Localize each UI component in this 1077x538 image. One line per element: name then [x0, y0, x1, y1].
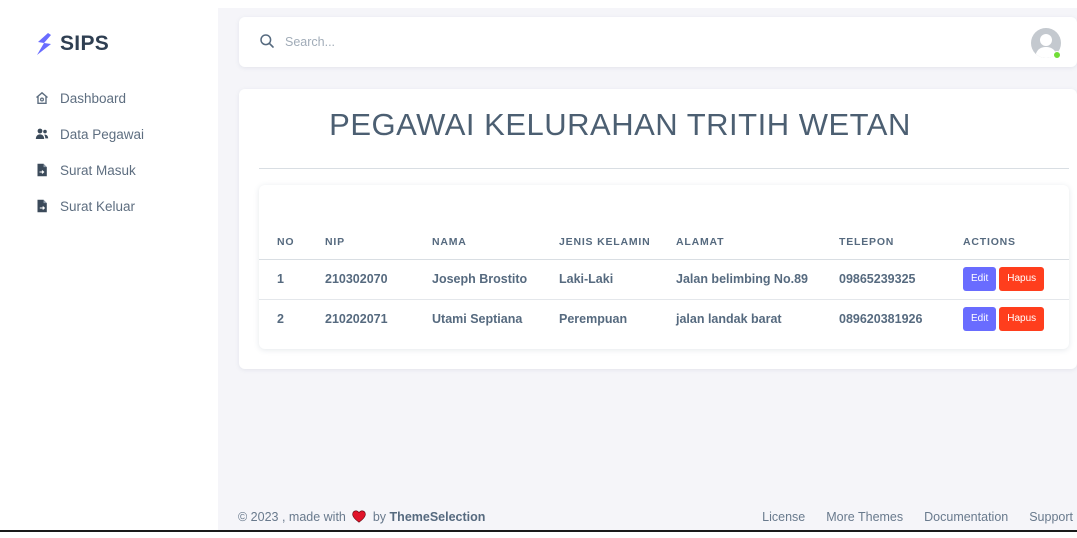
- sidebar-menu: Dashboard Data Pegawai Surat Masuk Surat…: [0, 80, 218, 224]
- sidebar-item-label: Data Pegawai: [60, 126, 145, 142]
- brand-logo-icon: [37, 33, 51, 55]
- bottom-edge: [0, 532, 1077, 538]
- table-row: 2 210202071 Utami Septiana Perempuan jal…: [259, 299, 1069, 339]
- footer-link-documentation[interactable]: Documentation: [924, 510, 1008, 524]
- sidebar-item-surat-masuk[interactable]: Surat Masuk: [0, 152, 218, 188]
- column-header-jenis-kelamin: JENIS KELAMIN: [559, 225, 676, 260]
- column-header-nip: NIP: [325, 225, 432, 260]
- footer-brand-link[interactable]: ThemeSelection: [390, 510, 486, 524]
- page-title: PEGAWAI KELURAHAN TRITIH WETAN: [329, 107, 911, 142]
- brand-name: SIPS: [60, 32, 110, 55]
- column-header-alamat: ALAMAT: [676, 225, 839, 260]
- footer-links: License More Themes Documentation Suppor…: [741, 510, 1073, 524]
- delete-button[interactable]: Hapus: [999, 267, 1045, 291]
- table-header-row: NO NIP NAMA JENIS KELAMIN ALAMAT TELEPON…: [259, 225, 1069, 260]
- cell-no: 1: [259, 259, 325, 300]
- by-text: by: [372, 510, 387, 524]
- column-header-telepon: TELEPON: [839, 225, 963, 260]
- cell-actions: Edit Hapus: [963, 299, 1069, 339]
- footer-link-support[interactable]: Support: [1029, 510, 1073, 524]
- heart-icon: [352, 510, 367, 523]
- online-status-dot: [1053, 51, 1061, 59]
- edit-button[interactable]: Edit: [963, 267, 997, 291]
- cell-telepon: 09865239325: [839, 259, 963, 300]
- column-header-nama: NAMA: [432, 225, 559, 260]
- cell-telepon: 089620381926: [839, 312, 923, 327]
- column-header-actions: ACTIONS: [963, 225, 1069, 260]
- edit-button[interactable]: Edit: [963, 307, 997, 332]
- search-input[interactable]: [285, 31, 465, 53]
- sidebar-item-label: Dashboard: [60, 90, 127, 106]
- footer-link-license[interactable]: License: [762, 510, 805, 524]
- cell-jenis-kelamin: Laki-Laki: [559, 259, 676, 300]
- sidebar-item-label: Surat Keluar: [60, 198, 136, 214]
- home-icon: [34, 90, 50, 106]
- table-card: NO NIP NAMA JENIS KELAMIN ALAMAT TELEPON…: [259, 185, 1069, 349]
- cell-no: 2: [277, 312, 284, 327]
- top-navbar: [239, 17, 1077, 67]
- sidebar-item-surat-keluar[interactable]: Surat Keluar: [0, 188, 218, 224]
- cell-alamat: Jalan belimbing No.89: [676, 259, 839, 300]
- cell-alamat: jalan landak barat: [676, 312, 782, 327]
- footer-link-more-themes[interactable]: More Themes: [826, 510, 903, 524]
- file-import-icon: [34, 162, 50, 178]
- sidebar-item-data-pegawai[interactable]: Data Pegawai: [0, 116, 218, 152]
- cell-nip: 210202071: [325, 312, 388, 327]
- top-edge: [0, 0, 1077, 8]
- footer-copyright: © 2023 , made with by ThemeSelection: [238, 510, 485, 524]
- footer: © 2023 , made with by ThemeSelection Lic…: [238, 506, 1073, 528]
- employee-table: NO NIP NAMA JENIS KELAMIN ALAMAT TELEPON…: [259, 225, 1069, 339]
- cell-jenis-kelamin: Perempuan: [559, 312, 628, 327]
- file-export-icon: [34, 198, 50, 214]
- delete-button[interactable]: Hapus: [999, 307, 1045, 332]
- cell-nama: Joseph Brostito: [432, 259, 559, 300]
- employee-card: PEGAWAI KELURAHAN TRITIH WETAN NO NIP NA…: [239, 89, 1077, 369]
- cell-nip: 210302070: [325, 259, 432, 300]
- cell-nama: Utami Septiana: [432, 312, 523, 327]
- table-row: 1 210302070 Joseph Brostito Laki-Laki Ja…: [259, 259, 1069, 300]
- copyright-text: © 2023 , made with: [238, 510, 346, 524]
- users-icon: [34, 126, 50, 142]
- cell-actions: Edit Hapus: [963, 259, 1069, 300]
- sidebar-item-dashboard[interactable]: Dashboard: [0, 80, 218, 116]
- search-icon: [260, 34, 274, 48]
- title-divider: [259, 168, 1069, 169]
- sidebar-item-label: Surat Masuk: [60, 162, 136, 178]
- column-header-no: NO: [259, 225, 325, 260]
- main-content: PEGAWAI KELURAHAN TRITIH WETAN NO NIP NA…: [218, 8, 1077, 530]
- sidebar: SIPS Dashboard Data Pegawai Surat Masuk …: [0, 8, 218, 530]
- brand[interactable]: SIPS: [34, 32, 109, 56]
